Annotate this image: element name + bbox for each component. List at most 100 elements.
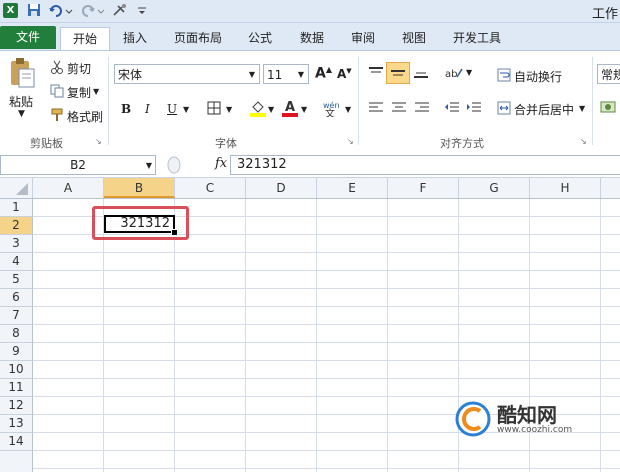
row-header-12[interactable]: 12 [0,397,33,415]
watermark-brand: 酷知网 [497,403,557,427]
formula-bar-divider [160,155,222,175]
decrease-indent-icon[interactable] [444,101,460,115]
tab-formulas[interactable]: 公式 [240,27,280,49]
quick-access-dropdown-icon[interactable] [136,3,148,18]
decrease-font-icon[interactable]: A▼ [337,67,352,81]
row-header-8[interactable]: 8 [0,325,33,343]
align-left-icon[interactable] [368,101,384,115]
insert-function-icon[interactable]: fx [215,156,227,171]
undo-icon[interactable] [48,3,74,18]
wrap-text-icon [497,68,511,82]
row-header-7[interactable]: 7 [0,307,33,325]
paste-button[interactable]: 粘贴 [9,93,33,110]
excel-icon[interactable]: X [3,3,18,18]
tab-page-layout[interactable]: 页面布局 [167,27,229,49]
row-header-1[interactable]: 1 [0,199,33,217]
column-header-partial[interactable] [601,178,620,198]
dialog-launcher-icon[interactable]: ↘ [347,137,354,146]
copy-dropdown-icon[interactable]: ▼ [93,87,99,96]
alignment-group-label: 对齐方式 [440,137,484,150]
tab-home[interactable]: 开始 [60,27,110,51]
paste-icon[interactable] [8,57,36,89]
redo-icon[interactable] [80,3,106,18]
row-header-11[interactable]: 11 [0,379,33,397]
font-color-icon[interactable]: A [282,99,298,117]
row-header-14[interactable]: 14 [0,433,33,451]
name-box[interactable]: B2 ▼ [0,155,156,175]
chevron-down-icon[interactable]: ▼ [298,65,304,85]
align-middle-icon[interactable] [386,62,410,84]
copy-button[interactable]: 复制 [67,84,91,101]
watermark: 酷知网 www.coozhi.com [455,395,585,447]
underline-dropdown-icon[interactable]: ▼ [183,105,189,114]
column-header-c[interactable]: C [175,178,246,198]
formula-input[interactable]: 321312 [230,155,620,175]
merge-dropdown-icon[interactable]: ▼ [579,104,585,113]
svg-text:ab: ab [445,69,457,80]
merge-center-button[interactable]: 合并后居中 [514,101,574,118]
align-right-icon[interactable] [414,101,430,115]
row-header-3[interactable]: 3 [0,235,33,253]
dialog-launcher-icon[interactable]: ↘ [95,137,102,146]
tab-view[interactable]: 视图 [394,27,434,49]
italic-button[interactable]: I [145,102,150,116]
highlight-box [92,206,189,240]
tab-insert[interactable]: 插入 [115,27,155,49]
column-header-h[interactable]: H [530,178,601,198]
column-header-e[interactable]: E [317,178,388,198]
group-divider [358,57,359,145]
border-icon[interactable] [207,101,221,115]
fill-color-dropdown-icon[interactable]: ▼ [268,105,274,114]
row-header-10[interactable]: 10 [0,361,33,379]
column-header-a[interactable]: A [33,178,104,198]
row-header-9[interactable]: 9 [0,343,33,361]
increase-indent-icon[interactable] [466,101,482,115]
row-header-4[interactable]: 4 [0,253,33,271]
align-top-icon[interactable] [367,65,385,81]
align-center-icon[interactable] [391,101,407,115]
currency-format-icon[interactable] [600,99,616,115]
column-header-g[interactable]: G [459,178,530,198]
font-name-value: 宋体 [118,68,143,82]
tab-review[interactable]: 审阅 [343,27,383,49]
tab-file[interactable]: 文件 [0,26,56,49]
ribbon: 粘贴 ▼ 剪切 复制 ▼ 格式刷 剪贴板 ↘ 宋体 ▼ 11 ▼ A▲ A▼ B… [0,50,620,154]
row-header-5[interactable]: 5 [0,271,33,289]
row-header-partial[interactable] [0,451,33,472]
column-header-d[interactable]: D [246,178,317,198]
paste-dropdown-icon[interactable]: ▼ [18,109,25,119]
align-bottom-icon[interactable] [412,65,430,81]
chevron-down-icon[interactable]: ▼ [249,65,255,85]
phonetic-icon[interactable]: wén 文 [322,99,342,120]
row-header-13[interactable]: 13 [0,415,33,433]
title-bar: X 工作 [0,0,620,23]
number-format-box[interactable]: 常规 [597,64,620,84]
font-size-value: 11 [267,68,283,82]
wrap-text-button[interactable]: 自动换行 [514,68,562,85]
fill-color-icon[interactable] [250,100,266,117]
format-painter-button[interactable]: 格式刷 [67,108,103,125]
orientation-icon[interactable]: ab [444,65,464,81]
row-header-2[interactable]: 2 [0,217,33,235]
increase-font-icon[interactable]: A▲ [315,65,332,82]
tab-developer[interactable]: 开发工具 [445,27,509,49]
save-icon[interactable] [27,3,41,18]
chevron-down-icon[interactable]: ▼ [146,157,152,175]
customize-icon[interactable] [112,3,132,18]
border-dropdown-icon[interactable]: ▼ [226,105,232,114]
font-size-box[interactable]: 11 ▼ [263,64,309,84]
underline-button[interactable]: U [167,102,177,116]
tab-data[interactable]: 数据 [292,27,332,49]
format-painter-icon [50,108,64,122]
column-header-f[interactable]: F [388,178,459,198]
dialog-launcher-icon[interactable]: ↘ [580,137,587,146]
orientation-dropdown-icon[interactable]: ▼ [466,68,472,77]
font-color-dropdown-icon[interactable]: ▼ [301,105,307,114]
select-all-corner[interactable] [0,178,33,198]
cut-button[interactable]: 剪切 [67,60,91,77]
font-name-box[interactable]: 宋体 ▼ [114,64,260,84]
phonetic-dropdown-icon[interactable]: ▼ [345,105,351,114]
row-header-6[interactable]: 6 [0,289,33,307]
column-header-b[interactable]: B [104,178,175,198]
bold-button[interactable]: B [121,102,131,116]
